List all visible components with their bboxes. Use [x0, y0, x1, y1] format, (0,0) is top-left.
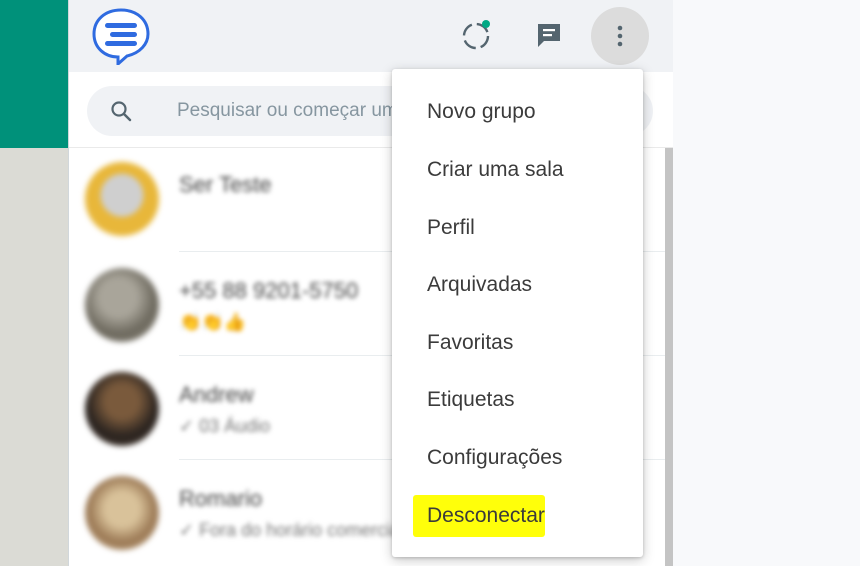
conversation-area [672, 0, 860, 566]
app-logo-icon[interactable] [91, 7, 151, 68]
menu-item-favoritas[interactable]: Favoritas [392, 314, 643, 372]
avatar [85, 162, 159, 236]
scrollbar-thumb[interactable] [665, 148, 673, 566]
avatar [85, 476, 159, 550]
menu-item-novo-grupo[interactable]: Novo grupo [392, 83, 643, 141]
menu-item-desconectar[interactable]: Desconectar [392, 487, 643, 545]
chat-name: Ser Teste [179, 172, 272, 197]
menu-item-criar-sala[interactable]: Criar uma sala [392, 141, 643, 199]
scrollbar[interactable] [665, 148, 673, 566]
chat-name: +55 88 9201-5750 [179, 278, 359, 303]
status-ring-icon [462, 20, 490, 50]
menu-button[interactable] [591, 7, 649, 65]
menu-item-configuracoes[interactable]: Configurações [392, 429, 643, 487]
avatar [85, 268, 159, 342]
menu-item-arquivadas[interactable]: Arquivadas [392, 256, 643, 314]
chat-preview: ✓ Fora do horário comercial [179, 520, 405, 540]
new-chat-button[interactable] [529, 15, 569, 55]
options-menu: Novo grupo Criar uma sala Perfil Arquiva… [392, 69, 643, 557]
search-icon[interactable] [109, 99, 133, 123]
chat-preview: 👏👏👍 [179, 312, 247, 332]
kebab-menu-icon [617, 25, 623, 47]
status-button[interactable] [457, 15, 497, 55]
chat-name: Romario [179, 486, 263, 511]
sidebar-header [69, 0, 673, 72]
avatar [85, 372, 159, 446]
menu-item-perfil[interactable]: Perfil [392, 199, 643, 257]
chat-preview: ✓ 03 Áudio [179, 416, 271, 436]
new-chat-icon [538, 24, 560, 47]
menu-item-etiquetas[interactable]: Etiquetas [392, 371, 643, 429]
chat-name: Andrew [179, 382, 254, 407]
